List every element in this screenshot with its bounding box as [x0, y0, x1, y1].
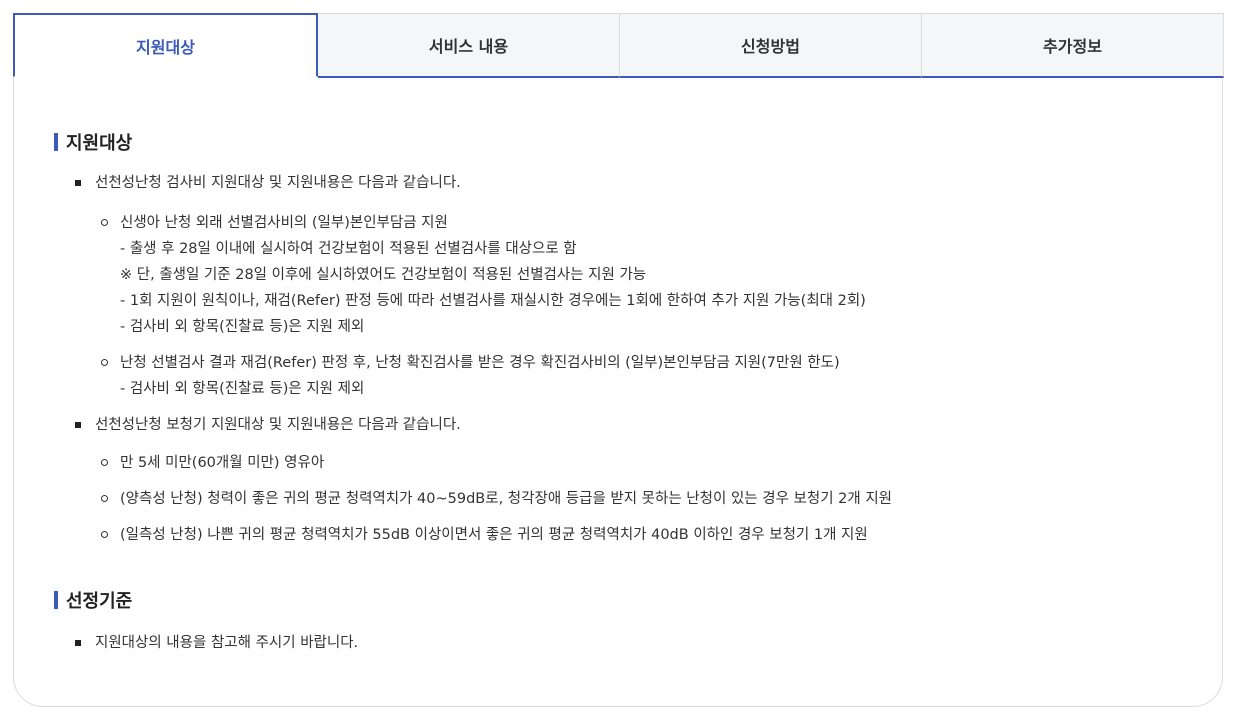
sub-item-line: 난청 선별검사 결과 재검(Refer) 판정 후, 난청 확진검사를 받은 경…	[120, 355, 840, 371]
sub-item-line: (양측성 난청) 청력이 좋은 귀의 평균 청력역치가 40~59dB로, 청각…	[120, 491, 893, 507]
tab-application-method[interactable]: 신청방법	[620, 13, 922, 78]
circle-bullet-icon	[101, 531, 108, 538]
circle-bullet-icon	[101, 459, 108, 466]
square-bullet-icon	[75, 422, 81, 428]
circle-bullet-icon	[101, 495, 108, 502]
sub-list-item: 난청 선별검사 결과 재검(Refer) 판정 후, 난청 확진검사를 받은 경…	[54, 350, 1192, 402]
sub-item-line: ※ 단, 출생일 기준 28일 이후에 실시하였어도 건강보험이 적용된 선별검…	[120, 267, 647, 283]
list-item-text: 지원대상의 내용을 참고해 주시기 바랍니다.	[95, 635, 359, 651]
sub-list-item: 신생아 난청 외래 선별검사비의 (일부)본인부담금 지원 - 출생 후 28일…	[54, 210, 1192, 340]
tab-service-content[interactable]: 서비스 내용	[318, 13, 620, 78]
square-bullet-icon	[75, 180, 81, 186]
section-accent-bar	[54, 133, 58, 151]
list-item-text: 선천성난청 검사비 지원대상 및 지원내용은 다음과 같습니다.	[95, 175, 461, 191]
sub-item-line: 만 5세 미만(60개월 미만) 영유아	[120, 455, 325, 471]
tab-bar: 지원대상 서비스 내용 신청방법 추가정보	[13, 13, 1224, 78]
square-bullet-icon	[75, 640, 81, 646]
section-title-selection-criteria: 선정기준	[54, 588, 1192, 612]
sub-item-line: 신생아 난청 외래 선별검사비의 (일부)본인부담금 지원	[120, 215, 448, 231]
sub-item-line: (일측성 난청) 나쁜 귀의 평균 청력역치가 55dB 이상이면서 좋은 귀의…	[120, 527, 868, 543]
content-panel: 지원대상 서비스 내용 신청방법 추가정보 지원대상 선천성난청 검사비 지원대…	[13, 13, 1224, 707]
section-title-text: 지원대상	[66, 133, 133, 154]
list-item-text: 선천성난청 보청기 지원대상 및 지원내용은 다음과 같습니다.	[95, 417, 461, 433]
sub-item-line: - 1회 지원이 원칙이나, 재검(Refer) 판정 등에 따라 선별검사를 …	[120, 293, 866, 309]
circle-bullet-icon	[101, 359, 108, 366]
sub-list-item: 만 5세 미만(60개월 미만) 영유아	[54, 450, 1192, 476]
tab-additional-info[interactable]: 추가정보	[922, 13, 1224, 78]
list-item: 선천성난청 보청기 지원대상 및 지원내용은 다음과 같습니다.	[54, 415, 1192, 435]
section-accent-bar	[54, 591, 58, 609]
section-title-text: 선정기준	[66, 591, 133, 612]
sub-item-line: - 검사비 외 항목(진찰료 등)은 지원 제외	[120, 381, 365, 397]
sub-list-item: (일측성 난청) 나쁜 귀의 평균 청력역치가 55dB 이상이면서 좋은 귀의…	[54, 522, 1192, 548]
list-item: 선천성난청 검사비 지원대상 및 지원내용은 다음과 같습니다.	[54, 173, 1192, 193]
sub-item-line: - 출생 후 28일 이내에 실시하여 건강보험이 적용된 선별검사를 대상으로…	[120, 241, 577, 257]
sub-item-line: - 검사비 외 항목(진찰료 등)은 지원 제외	[120, 319, 365, 335]
tab-support-target[interactable]: 지원대상	[13, 13, 318, 77]
tab-content: 지원대상 선천성난청 검사비 지원대상 및 지원내용은 다음과 같습니다. 신생…	[54, 130, 1192, 653]
list-item: 지원대상의 내용을 참고해 주시기 바랍니다.	[54, 633, 1192, 653]
section-title-support-target: 지원대상	[54, 130, 1192, 154]
circle-bullet-icon	[101, 219, 108, 226]
sub-list-item: (양측성 난청) 청력이 좋은 귀의 평균 청력역치가 40~59dB로, 청각…	[54, 486, 1192, 512]
